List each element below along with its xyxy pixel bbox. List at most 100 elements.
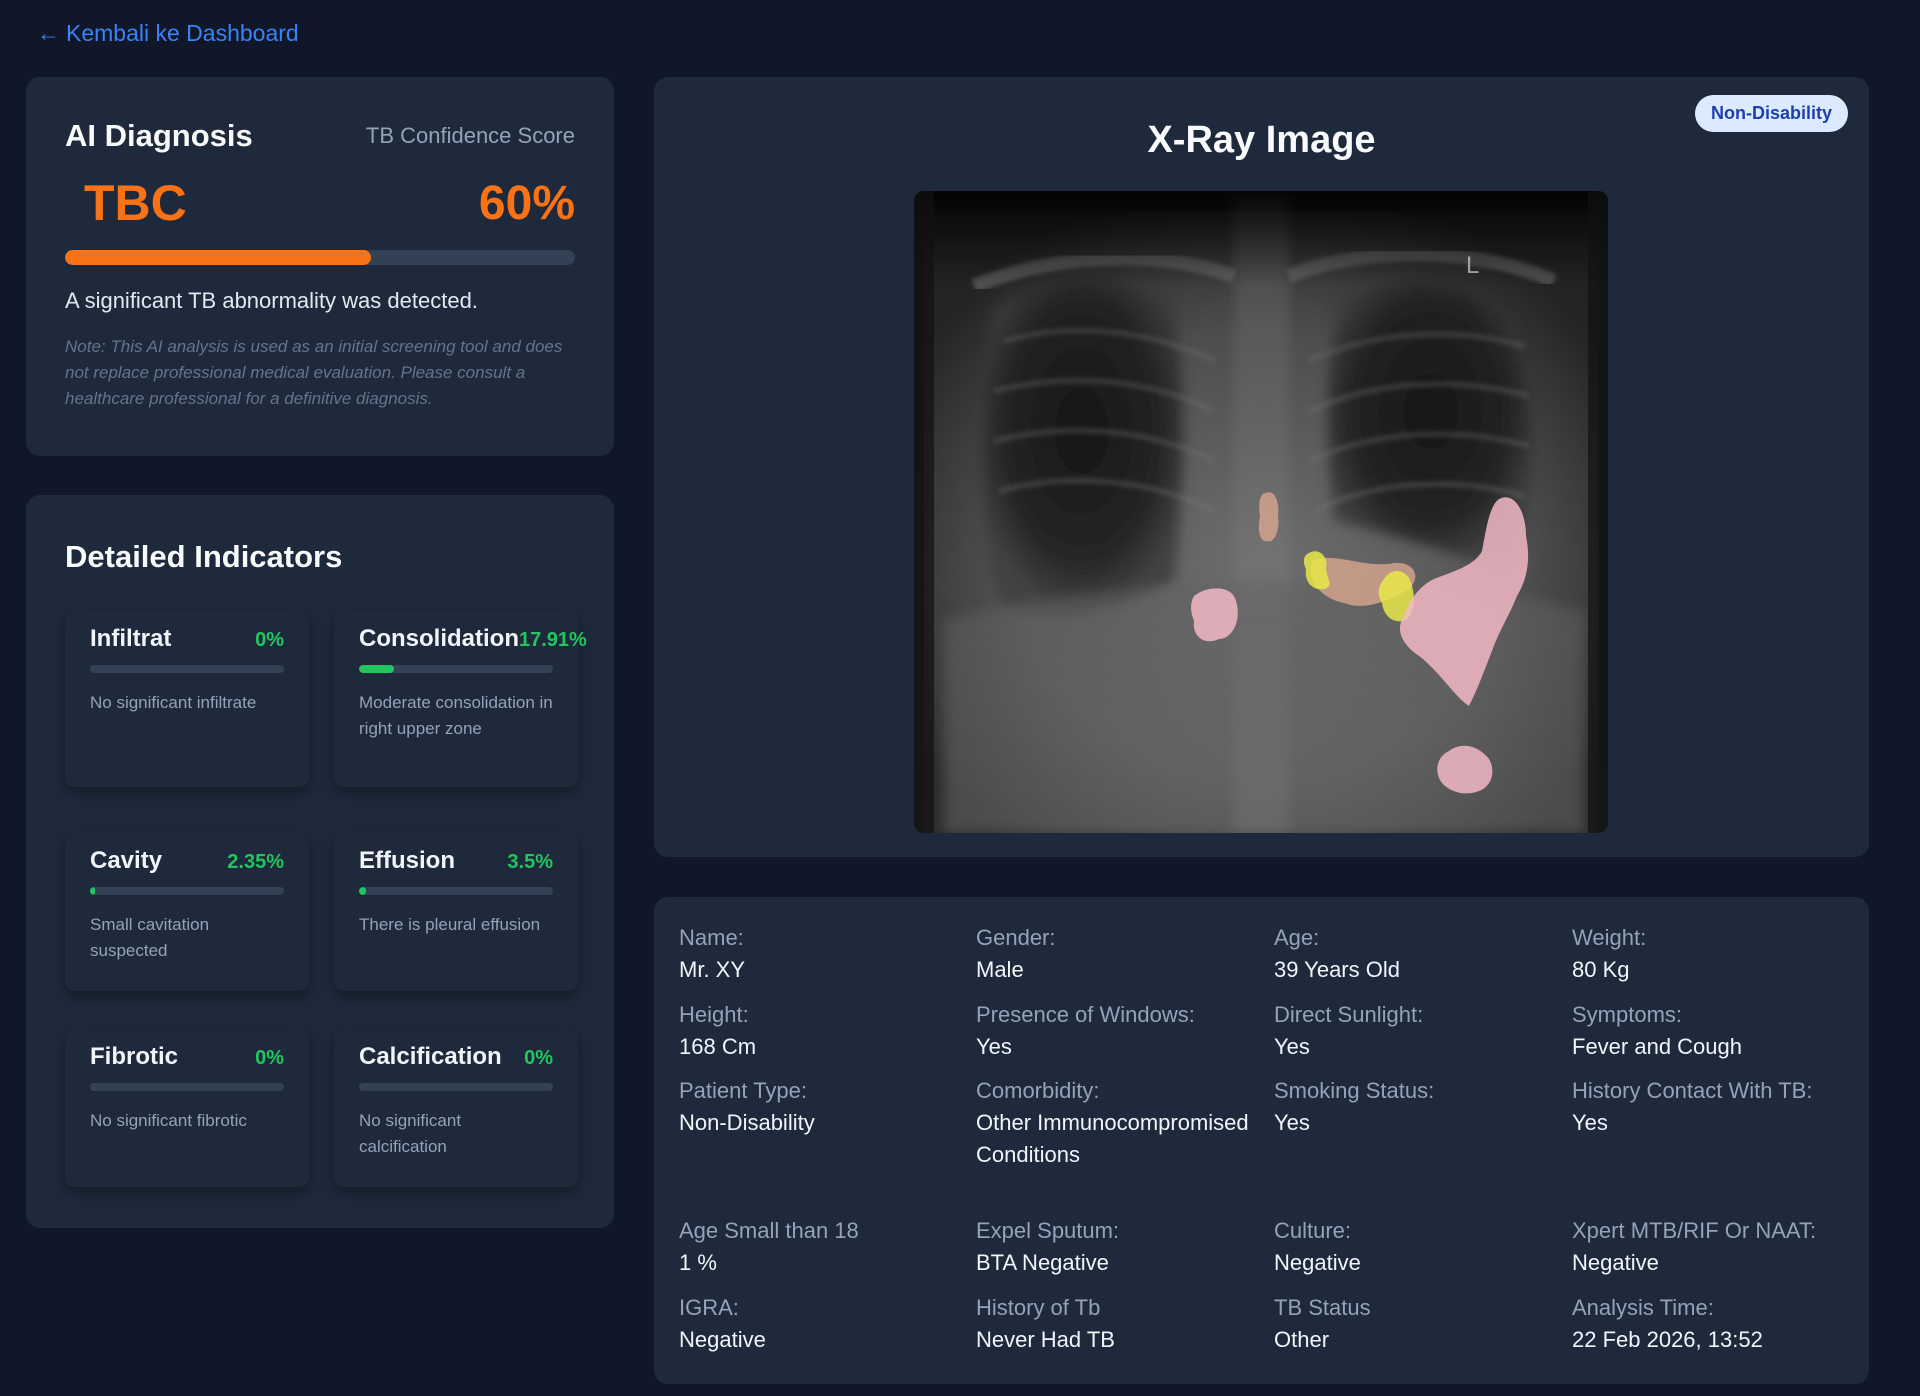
indicator-progress-bar xyxy=(359,665,553,673)
indicator-description: There is pleural effusion xyxy=(359,915,541,934)
indicator-progress-bar xyxy=(359,887,553,895)
indicator-value: 2.35% xyxy=(227,851,284,873)
indicator-progress-fill xyxy=(359,665,394,673)
indicator-progress-fill xyxy=(359,887,366,895)
patient-field-label: Age Small than 18 xyxy=(679,1218,859,1243)
back-link-label: Kembali ke Dashboard xyxy=(66,20,299,46)
patient-field-label: Analysis Time: xyxy=(1572,1295,1714,1320)
disclaimer-note: Note: This AI analysis is used as an ini… xyxy=(65,337,563,408)
indicator-card-calcification: Calcification 0% No significant calcific… xyxy=(334,1029,578,1187)
patient-field-label: History of Tb xyxy=(976,1295,1101,1320)
patient-field: Weight: 80 Kg xyxy=(1572,922,1862,986)
indicator-name: Fibrotic xyxy=(90,1043,178,1070)
indicator-progress-bar xyxy=(90,887,284,895)
patient-field-value: BTA Negative xyxy=(976,1250,1109,1275)
indicator-progress-bar xyxy=(90,1083,284,1091)
indicator-name: Calcification xyxy=(359,1043,502,1070)
patient-field-value: Yes xyxy=(1274,1110,1310,1135)
indicator-value: 17.91% xyxy=(518,629,587,651)
patient-field: Age: 39 Years Old xyxy=(1274,922,1564,986)
indicator-name: Cavity xyxy=(90,847,163,874)
indicator-description: Moderate consolidation in right upper zo… xyxy=(359,693,553,738)
patient-field-label: Presence of Windows: xyxy=(976,1002,1195,1027)
indicator-card-fibrotic: Fibrotic 0% No significant fibrotic xyxy=(65,1029,309,1187)
patient-field-label: Xpert MTB/RIF Or NAAT: xyxy=(1572,1218,1817,1243)
patient-field-value: Other xyxy=(1274,1327,1330,1352)
back-to-dashboard-link[interactable]: ← Kembali ke Dashboard xyxy=(37,20,299,47)
arrow-left-icon: ← xyxy=(37,20,60,46)
patient-field-label: Gender: xyxy=(976,925,1056,950)
patient-field-value: Negative xyxy=(1572,1250,1659,1275)
indicator-progress-fill xyxy=(90,887,95,895)
patient-field: Culture: Negative xyxy=(1274,1215,1564,1279)
diagnosis-summary: A significant TB abnormality was detecte… xyxy=(65,288,478,313)
indicator-value: 0% xyxy=(255,629,284,651)
patient-field: Patient Type: Non-Disability xyxy=(679,1075,969,1139)
patient-field-value: 1 % xyxy=(679,1250,717,1275)
patient-info-card: Name: Mr. XY Gender: Male Age: 39 Years Old We… xyxy=(654,897,1869,1384)
patient-field-value: 39 Years Old xyxy=(1274,957,1400,982)
diagnosis-result: TBC xyxy=(84,175,187,231)
confidence-progress-bar xyxy=(65,250,575,265)
indicator-description: No significant infiltrate xyxy=(90,693,257,712)
patient-field-label: Patient Type: xyxy=(679,1078,808,1103)
indicator-name: Consolidation xyxy=(359,625,519,652)
patient-field-value: Male xyxy=(976,957,1024,982)
confidence-label: TB Confidence Score xyxy=(365,123,575,148)
indicator-name: Infiltrat xyxy=(90,625,172,652)
chest-xray-graphic: L xyxy=(914,191,1608,833)
patient-field-value: Never Had TB xyxy=(976,1327,1115,1352)
patient-field: Direct Sunlight: Yes xyxy=(1274,999,1564,1063)
patient-field: Symptoms: Fever and Cough xyxy=(1572,999,1862,1063)
patient-field-value: Yes xyxy=(1572,1110,1608,1135)
patient-field: History of Tb Never Had TB xyxy=(976,1292,1266,1356)
patient-field: Presence of Windows: Yes xyxy=(976,999,1266,1063)
confidence-percent: 60% xyxy=(478,176,575,230)
patient-field: Comorbidity: Other Immunocompromised Cond… xyxy=(976,1075,1266,1171)
xray-title: X-Ray Image xyxy=(1147,119,1376,161)
indicator-value: 0% xyxy=(255,1047,284,1069)
patient-field-value: Non-Disability xyxy=(679,1110,815,1135)
patient-field: Expel Sputum: BTA Negative xyxy=(976,1215,1266,1279)
indicator-card-consolidation: Consolidation 17.91% Moderate consolidat… xyxy=(334,611,587,787)
indicator-description: No significant calcification xyxy=(359,1111,462,1156)
indicators-title: Detailed Indicators xyxy=(65,539,343,574)
ai-diagnosis-card: AI Diagnosis TB Confidence Score TBC 60%… xyxy=(26,77,614,456)
patient-field-value: Yes xyxy=(976,1034,1012,1059)
patient-type-badge: Non-Disability xyxy=(1694,95,1848,132)
indicator-description: Small cavitation suspected xyxy=(90,915,210,960)
xray-image[interactable]: L xyxy=(914,191,1608,833)
indicator-progress-bar xyxy=(90,665,284,673)
confidence-progress-fill xyxy=(65,250,371,265)
indicator-progress-bar xyxy=(359,1083,553,1091)
patient-field-value: Negative xyxy=(1274,1250,1361,1275)
patient-field: Gender: Male xyxy=(976,922,1266,986)
patient-field-label: IGRA: xyxy=(679,1295,739,1320)
patient-field-label: Direct Sunlight: xyxy=(1274,1002,1424,1027)
patient-field-value: Negative xyxy=(679,1327,766,1352)
lesion-overlay xyxy=(1258,492,1279,542)
patient-field-value: Fever and Cough xyxy=(1572,1034,1742,1059)
patient-field: Name: Mr. XY xyxy=(679,922,969,986)
patient-field: Analysis Time: 22 Feb 2026, 13:52 xyxy=(1572,1292,1862,1356)
patient-field-label: TB Status xyxy=(1274,1295,1371,1320)
patient-field-label: Expel Sputum: xyxy=(976,1218,1120,1243)
patient-field: Height: 168 Cm xyxy=(679,999,969,1063)
detailed-indicators-card: Detailed Indicators Infiltrat 0% No sign… xyxy=(26,495,614,1228)
patient-field-value: 80 Kg xyxy=(1572,957,1630,982)
indicator-card-infiltrat: Infiltrat 0% No significant infiltrate xyxy=(65,611,309,787)
patient-field-label: Culture: xyxy=(1274,1218,1352,1243)
patient-field-label: Height: xyxy=(679,1002,749,1027)
indicator-name: Effusion xyxy=(359,847,455,874)
indicator-card-effusion: Effusion 3.5% There is pleural effusion xyxy=(334,833,578,991)
indicator-description: No significant fibrotic xyxy=(90,1111,247,1130)
patient-field-label: Smoking Status: xyxy=(1274,1078,1435,1103)
patient-field: IGRA: Negative xyxy=(679,1292,969,1356)
xray-side-marker: L xyxy=(1466,252,1479,279)
patient-field-value: 22 Feb 2026, 13:52 xyxy=(1572,1327,1763,1352)
patient-field-value: Yes xyxy=(1274,1034,1310,1059)
diagnosis-title: AI Diagnosis xyxy=(65,118,253,153)
xray-card: X-Ray Image Non-Disability L xyxy=(654,77,1869,857)
patient-field-label: Age: xyxy=(1274,925,1320,950)
patient-field-value: 168 Cm xyxy=(679,1034,757,1059)
